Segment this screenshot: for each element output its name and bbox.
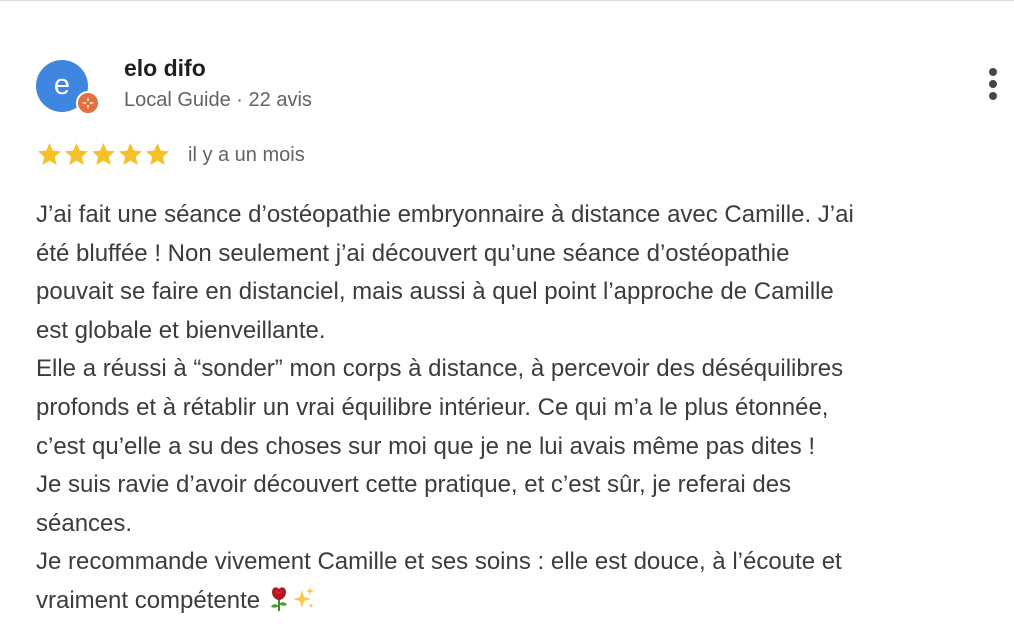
local-guide-badge-icon (76, 91, 100, 115)
rose-icon (267, 586, 291, 625)
more-vert-dot (989, 92, 997, 100)
review-line: été bluffée ! Non seulement j’ai découve… (36, 239, 790, 267)
more-vert-dot (989, 80, 997, 88)
review-text: J’ai fait une séance d’ostéopathie embry… (36, 196, 1006, 625)
review-line: est globale et bienveillante. (36, 316, 326, 344)
review-line: séances. (36, 509, 133, 537)
more-vert-icon (989, 68, 997, 76)
sparkles-icon (291, 586, 315, 625)
review-line: Je suis ravie d’avoir découvert cette pr… (36, 471, 792, 499)
reviewer-meta: Local Guide · 22 avis (124, 89, 312, 111)
star-rating (36, 141, 171, 169)
review-last-line: vraiment compétente (36, 582, 1006, 625)
review-line: c’est qu’elle a su des choses sur moi qu… (36, 432, 816, 460)
star-icon (118, 143, 143, 165)
star-icon (145, 143, 170, 165)
avatar-initial: e (53, 69, 71, 101)
review-line: Je recommande vivement Camille et ses so… (36, 548, 842, 576)
review-card: e elo difo Local Guide · 22 avis il y a … (0, 0, 1014, 636)
star-icon (91, 143, 116, 165)
review-line: pouvait se faire en distanciel, mais aus… (36, 278, 834, 306)
star-icon (64, 143, 89, 165)
review-date: il y a un mois (188, 144, 305, 166)
reviewer-name[interactable]: elo difo (124, 55, 206, 82)
star-icon (37, 143, 62, 165)
more-options-button[interactable] (978, 64, 1008, 104)
review-line: J’ai fait une séance d’ostéopathie embry… (36, 201, 854, 228)
review-line: vraiment compétente (36, 586, 261, 614)
review-line: profonds et à rétablir un vrai équilibre… (36, 393, 829, 421)
review-line: Elle a réussi à “sonder” mon corps à dis… (36, 355, 844, 383)
